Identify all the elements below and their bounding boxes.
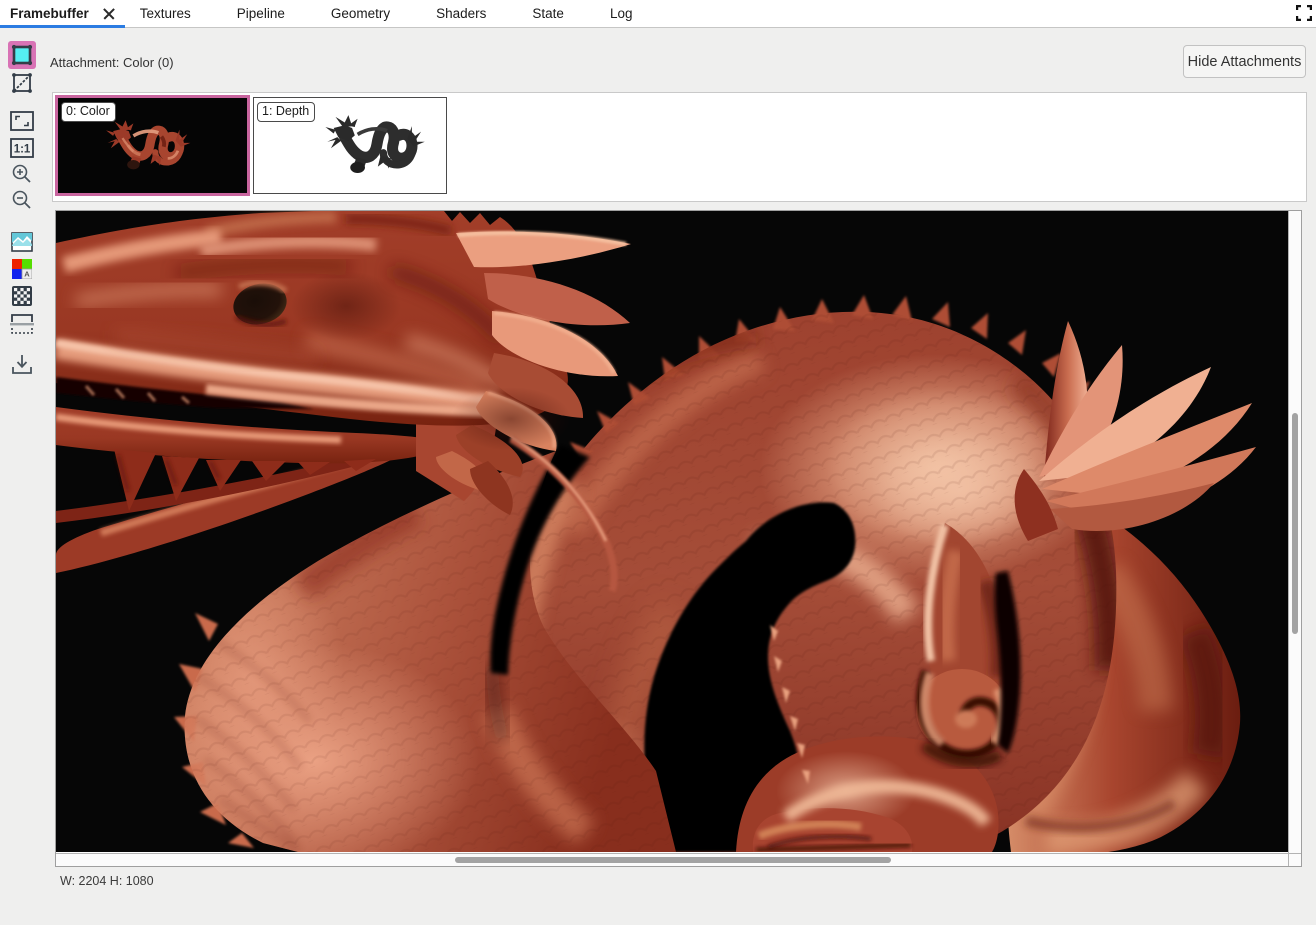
- tab-shaders-label: Shaders: [436, 6, 486, 21]
- render-flat-icon[interactable]: [8, 228, 36, 256]
- tab-log-label: Log: [610, 6, 633, 21]
- image-dimensions-label: W: 2204 H: 1080: [60, 874, 154, 888]
- scrollbar-corner: [1288, 853, 1301, 866]
- zoom-out-icon[interactable]: [8, 186, 36, 214]
- zoom-to-fit-icon[interactable]: [8, 107, 36, 135]
- tab-state[interactable]: State: [509, 0, 587, 27]
- tab-pipeline-label: Pipeline: [237, 6, 285, 21]
- vertical-scrollbar[interactable]: [1288, 211, 1301, 853]
- attachment-thumb-color[interactable]: 0: Color: [55, 95, 250, 196]
- hide-attachments-button[interactable]: Hide Attachments: [1183, 45, 1306, 78]
- tab-log[interactable]: Log: [587, 0, 656, 27]
- color-channels-icon[interactable]: A: [8, 255, 36, 283]
- tab-textures-label: Textures: [140, 6, 191, 21]
- attachment-title: Attachment: Color (0): [50, 55, 174, 70]
- tab-framebuffer-label: Framebuffer: [10, 6, 89, 21]
- viewer-toolbar: 1:1 A: [0, 28, 44, 925]
- attachment-thumb-depth-label: 1: Depth: [257, 102, 315, 122]
- framebuffer-viewer: [55, 210, 1302, 867]
- tab-state-label: State: [532, 6, 564, 21]
- tab-pipeline[interactable]: Pipeline: [214, 0, 308, 27]
- tab-close-icon[interactable]: [103, 8, 115, 20]
- attachment-thumb-depth[interactable]: 1: Depth: [253, 97, 447, 194]
- horizontal-scrollbar[interactable]: [56, 853, 1289, 866]
- zoom-in-icon[interactable]: [8, 160, 36, 188]
- tab-geometry-label: Geometry: [331, 6, 390, 21]
- color-buffer-icon[interactable]: [8, 41, 36, 69]
- flip-vertically-icon[interactable]: [8, 310, 36, 338]
- tab-shaders[interactable]: Shaders: [413, 0, 509, 27]
- horizontal-scrollbar-thumb[interactable]: [455, 857, 891, 863]
- tab-bar: Framebuffer Textures Pipeline Geometry S…: [0, 0, 1316, 28]
- actual-size-label: 1:1: [14, 144, 31, 156]
- zoom-actual-size-icon[interactable]: 1:1: [8, 134, 36, 162]
- vertical-scrollbar-thumb[interactable]: [1292, 413, 1298, 634]
- tab-geometry[interactable]: Geometry: [308, 0, 413, 27]
- save-image-icon[interactable]: [8, 350, 36, 378]
- tab-textures[interactable]: Textures: [117, 0, 214, 27]
- fullscreen-icon[interactable]: [1296, 5, 1312, 21]
- tab-framebuffer[interactable]: Framebuffer: [0, 0, 117, 27]
- checkerboard-background-icon[interactable]: [8, 282, 36, 310]
- attachment-thumb-color-label: 0: Color: [61, 102, 116, 122]
- framebuffer-image[interactable]: [56, 211, 1288, 852]
- wireframe-icon[interactable]: [8, 69, 36, 97]
- attachments-panel: 0: Color 1: Depth: [52, 92, 1307, 202]
- alpha-channel-label: A: [24, 270, 30, 279]
